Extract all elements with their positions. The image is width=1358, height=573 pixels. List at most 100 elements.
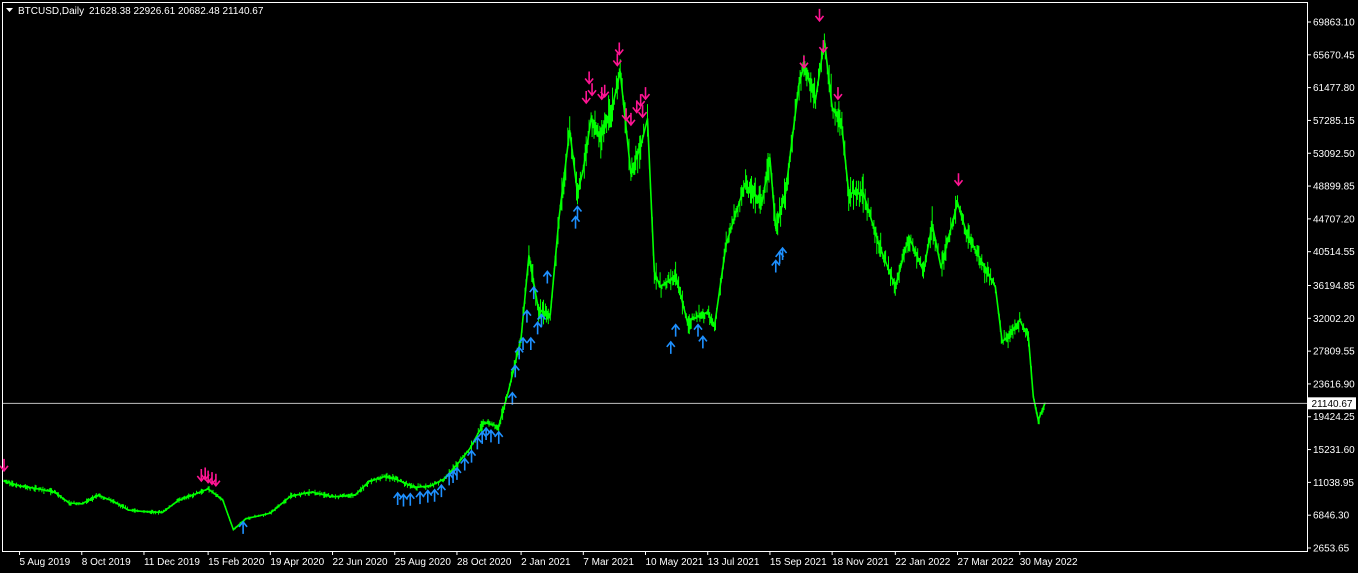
price-point (841, 125, 843, 128)
price-point (994, 286, 997, 288)
y-tick-label: 69863.10 (1313, 18, 1355, 29)
price-point (221, 499, 224, 501)
price-point (725, 243, 727, 245)
price-point (537, 309, 540, 312)
x-tick-label: 18 Nov 2021 (832, 557, 889, 568)
y-tick-label: 2653.65 (1313, 544, 1350, 555)
price-point (743, 184, 746, 187)
price-point (393, 477, 396, 480)
price-point (1027, 337, 1030, 339)
y-tick-label: 48899.85 (1313, 182, 1355, 193)
price-point (331, 495, 334, 498)
price-point (639, 145, 642, 147)
price-point (1001, 341, 1004, 343)
price-point (414, 486, 416, 489)
x-tick-label: 22 Jun 2020 (333, 557, 388, 568)
price-point (245, 517, 247, 520)
price-point (931, 223, 934, 226)
price-point (113, 500, 115, 503)
price-point (161, 511, 164, 514)
x-tick-label: 7 Mar 2021 (583, 557, 634, 568)
price-point (659, 286, 661, 288)
price-point (956, 201, 959, 204)
price-point (368, 480, 371, 482)
price-point (443, 477, 446, 480)
price-point (706, 311, 709, 313)
price-point (582, 168, 585, 171)
x-tick-label: 30 May 2022 (1020, 557, 1078, 568)
price-point (619, 70, 622, 73)
current-price-label: 21140.67 (1312, 399, 1353, 410)
y-tick-label: 32002.20 (1313, 314, 1355, 325)
price-point (207, 488, 209, 490)
price-point (862, 192, 865, 194)
price-point (894, 286, 897, 288)
price-point (877, 243, 880, 245)
price-point (1018, 319, 1021, 321)
symbol-label: BTCUSD,Daily (18, 6, 84, 17)
price-point (922, 270, 925, 273)
x-tick-label: 25 Aug 2020 (395, 557, 452, 568)
y-tick-label: 23616.90 (1313, 379, 1355, 390)
price-point (784, 192, 787, 194)
price-point (630, 172, 632, 175)
current-price-tag: 21140.67 (1308, 397, 1356, 410)
price-point (940, 266, 942, 269)
price-point (483, 421, 485, 424)
price-point (1037, 419, 1039, 421)
price-point (528, 254, 530, 257)
y-tick-label: 15231.60 (1313, 445, 1355, 456)
price-point (497, 425, 500, 428)
price-point (3, 480, 5, 482)
price-point (1032, 395, 1035, 398)
x-tick-label: 28 Oct 2020 (457, 557, 512, 568)
price-point (769, 157, 771, 159)
x-tick-label: 8 Oct 2019 (82, 557, 131, 568)
price-point (568, 129, 571, 132)
price-point (97, 494, 100, 497)
price-point (653, 270, 656, 273)
x-tick-label: 13 Jul 2021 (708, 557, 760, 568)
y-tick-label: 53092.50 (1313, 149, 1355, 160)
x-tick-label: 15 Feb 2020 (208, 557, 265, 568)
price-point (600, 137, 602, 140)
chart-header: BTCUSD,Daily 21628.38 22926.61 20682.48 … (6, 6, 264, 17)
price-point (674, 274, 677, 277)
price-point (713, 325, 716, 327)
price-point (143, 510, 145, 513)
price-point (774, 227, 777, 230)
price-point (1009, 333, 1011, 335)
price-point (429, 485, 432, 487)
price-point (80, 503, 83, 505)
y-tick-label: 6846.30 (1313, 511, 1350, 522)
price-point (965, 231, 968, 234)
price-point (33, 487, 35, 489)
x-tick-label: 22 Jan 2022 (895, 557, 950, 568)
y-tick-label: 19424.25 (1313, 412, 1355, 423)
price-point (507, 390, 510, 392)
price-point (177, 499, 179, 502)
price-chart[interactable]: 69863.10 65670.45 61477.80 57285.15 53092.50… (0, 0, 1358, 573)
price-point (847, 192, 850, 194)
price-point (549, 313, 552, 316)
price-point (354, 494, 356, 497)
price-point (908, 235, 910, 237)
y-tick-label: 36194.85 (1313, 281, 1355, 292)
x-tick-label: 10 May 2021 (646, 557, 704, 568)
x-tick-label: 19 Apr 2020 (270, 557, 324, 568)
y-tick-label: 44707.20 (1313, 214, 1355, 225)
y-tick-label: 27809.55 (1313, 347, 1355, 358)
price-point (646, 117, 649, 120)
price-point (761, 200, 763, 202)
price-point (289, 495, 292, 497)
price-point (127, 509, 130, 511)
price-point (610, 110, 613, 112)
price-point (984, 269, 987, 271)
price-point (814, 98, 817, 100)
x-tick-label: 11 Dec 2019 (144, 557, 200, 568)
price-point (590, 117, 592, 120)
price-point (18, 485, 21, 487)
x-tick-label: 15 Sep 2021 (770, 557, 827, 568)
price-point (53, 491, 56, 493)
price-point (193, 493, 196, 496)
